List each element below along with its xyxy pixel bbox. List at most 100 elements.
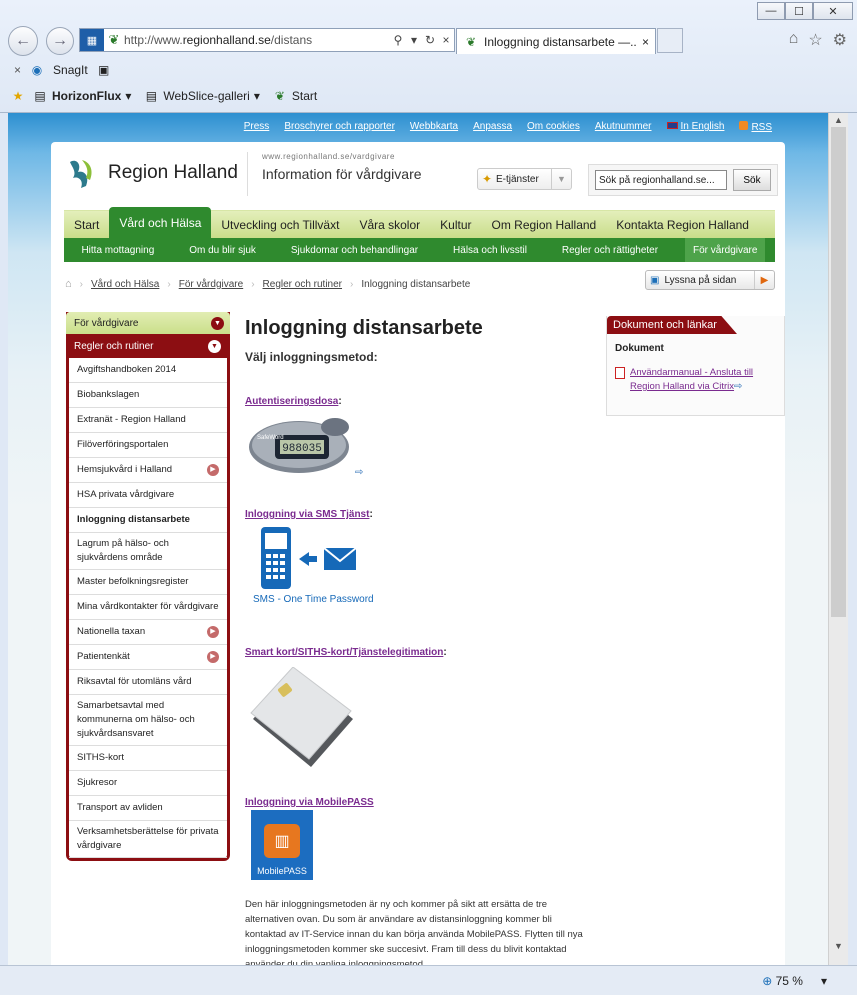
dropdown-icon[interactable]: ▾ bbox=[406, 33, 422, 47]
method-link[interactable]: Inloggning via SMS Tjänst bbox=[245, 509, 369, 520]
sidebar-item[interactable]: Master befolkningsregister bbox=[69, 570, 227, 595]
site-logo[interactable]: Region Halland bbox=[64, 154, 238, 192]
sidebar-item[interactable]: Nationella taxan ▶ bbox=[69, 620, 227, 645]
site-header: Region Halland www.regionhalland.se/vard… bbox=[51, 142, 785, 210]
minimize-button[interactable]: — bbox=[757, 2, 785, 20]
close-window-button[interactable]: ✕ bbox=[813, 2, 853, 20]
sidebar-item[interactable]: HSA privata vårdgivare bbox=[69, 483, 227, 508]
mobilepass-app-icon[interactable]: ▥ MobilePASS bbox=[251, 810, 313, 880]
tab-close-icon[interactable]: × bbox=[642, 35, 649, 49]
mainnav-om-region[interactable]: Om Region Halland bbox=[482, 211, 607, 238]
url-prefix: http://www. bbox=[124, 33, 183, 47]
breadcrumb-regler[interactable]: Regler och rutiner bbox=[263, 279, 342, 290]
stop-icon[interactable]: × bbox=[438, 33, 454, 47]
breadcrumb-vard[interactable]: Vård och Hälsa bbox=[91, 279, 159, 290]
sidebar-item[interactable]: SITHS-kort bbox=[69, 746, 227, 771]
snagit-button[interactable]: SnagIt bbox=[53, 63, 88, 77]
method-suffix: : bbox=[443, 647, 447, 658]
close-toolbar-icon[interactable]: × bbox=[14, 63, 21, 77]
toplink-rss[interactable]: RSS bbox=[739, 121, 772, 133]
forward-button[interactable]: → bbox=[46, 27, 74, 55]
favorites-star-icon[interactable]: ☆ bbox=[808, 30, 822, 50]
mainnav-start[interactable]: Start bbox=[64, 211, 109, 238]
search-icon[interactable]: ⚲ bbox=[390, 33, 406, 47]
external-link-icon[interactable]: ⇨ bbox=[355, 467, 363, 478]
subnav-sjukdomar[interactable]: Sjukdomar och behandlingar bbox=[283, 238, 426, 262]
search-input[interactable] bbox=[595, 170, 727, 190]
breadcrumb-vardgivare[interactable]: För vårdgivare bbox=[179, 279, 243, 290]
chevron-right-icon: › bbox=[251, 278, 255, 290]
mainnav-vard-och-halsa[interactable]: Vård och Hälsa bbox=[109, 207, 212, 238]
subnav-for-vardgivare[interactable]: För vårdgivare bbox=[684, 238, 766, 262]
sidebar-item[interactable]: Biobankslagen bbox=[69, 383, 227, 408]
maximize-button[interactable]: ☐ bbox=[785, 2, 813, 20]
subnav-om-du-blir-sjuk[interactable]: Om du blir sjuk bbox=[181, 238, 264, 262]
toplink-broschyrer[interactable]: Broschyrer och rapporter bbox=[284, 121, 395, 133]
sidebar-item[interactable]: Sjukresor bbox=[69, 771, 227, 796]
home-icon[interactable]: ⌂ bbox=[789, 30, 799, 50]
vertical-scrollbar[interactable]: ▲ ▼ bbox=[828, 113, 848, 965]
sidebar-item[interactable]: Lagrum på hälso- och sjukvårdens område bbox=[69, 533, 227, 570]
chevron-right-icon[interactable]: ▶ bbox=[207, 464, 219, 476]
refresh-icon[interactable]: ↻ bbox=[422, 33, 438, 47]
listen-button[interactable]: ▣ Lyssna på sidan ▶ bbox=[645, 270, 775, 290]
subnav-regler[interactable]: Regler och rättigheter bbox=[554, 238, 666, 262]
toplink-webbkarta[interactable]: Webbkarta bbox=[410, 121, 458, 133]
toplink-press[interactable]: Press bbox=[244, 121, 270, 133]
sidebar-item[interactable]: Verksamhetsberättelse för privata vårdgi… bbox=[69, 821, 227, 858]
sidebar-item[interactable]: Transport av avliden bbox=[69, 796, 227, 821]
sidebar-item[interactable]: Inloggning distansarbete bbox=[69, 508, 227, 533]
back-button[interactable]: ← bbox=[8, 26, 38, 56]
sidebar-item[interactable]: Extranät - Region Halland bbox=[69, 408, 227, 433]
toplink-akutnummer[interactable]: Akutnummer bbox=[595, 121, 652, 133]
sidebar-item[interactable]: Samarbetsavtal med kommunerna om hälso- … bbox=[69, 695, 227, 746]
zoom-control[interactable]: ⊕ 75 % bbox=[762, 974, 803, 988]
scroll-up-icon[interactable]: ▲ bbox=[829, 115, 848, 125]
sidebar-item[interactable]: Riksavtal för utomläns vård bbox=[69, 670, 227, 695]
search-button[interactable]: Sök bbox=[733, 169, 771, 191]
home-icon[interactable]: ⌂ bbox=[65, 278, 72, 290]
page-icon: ▤ bbox=[34, 89, 46, 103]
subnav-halsa[interactable]: Hälsa och livsstil bbox=[445, 238, 535, 262]
listen-label: Lyssna på sidan bbox=[664, 274, 737, 286]
method-link[interactable]: Smart kort/SITHS-kort/Tjänstelegitimatio… bbox=[245, 647, 443, 658]
fav-start[interactable]: ❦ Start bbox=[272, 88, 317, 104]
address-bar[interactable]: ▦ ❦ http://www.regionhalland.se/distans … bbox=[79, 28, 455, 52]
chevron-down-icon: ▾ bbox=[253, 89, 260, 103]
toplink-cookies[interactable]: Om cookies bbox=[527, 121, 580, 133]
browser-chrome: — ☐ ✕ ← → ▦ ❦ http://www.regionhalland.s… bbox=[0, 0, 857, 113]
sidebar-head[interactable]: För vårdgivare ▼ bbox=[66, 312, 230, 334]
mainnav-kontakta[interactable]: Kontakta Region Halland bbox=[606, 211, 759, 238]
chevron-right-icon[interactable]: ▶ bbox=[207, 626, 219, 638]
page-icon: ▤ bbox=[145, 89, 158, 103]
toplink-anpassa[interactable]: Anpassa bbox=[473, 121, 512, 133]
sms-caption: SMS - One Time Password bbox=[253, 594, 374, 605]
tab-active[interactable]: ❦ Inloggning distansarbete —... × bbox=[456, 28, 656, 54]
page-container: Region Halland www.regionhalland.se/vard… bbox=[51, 142, 785, 965]
gear-icon[interactable]: ⚙ bbox=[833, 30, 847, 50]
address-text[interactable]: http://www.regionhalland.se/distans bbox=[124, 33, 390, 47]
sidebar-section[interactable]: Regler och rutiner ▼ bbox=[69, 334, 227, 358]
etjanster-dropdown[interactable]: ✦ E-tjänster ▼ bbox=[477, 168, 572, 190]
sidebar-item[interactable]: Avgiftshandboken 2014 bbox=[69, 358, 227, 383]
mainnav-skolor[interactable]: Våra skolor bbox=[349, 211, 430, 238]
chevron-right-icon[interactable]: ▶ bbox=[207, 651, 219, 663]
mainnav-kultur[interactable]: Kultur bbox=[430, 211, 481, 238]
fav-horizonflux[interactable]: ▤ HorizonFlux ▾ bbox=[32, 88, 131, 104]
fav-webslice[interactable]: ▤ WebSlice-galleri ▾ bbox=[143, 88, 260, 104]
sidebar-item[interactable]: Patientenkät ▶ bbox=[69, 645, 227, 670]
new-tab-button[interactable] bbox=[657, 28, 683, 53]
scrollbar-thumb[interactable] bbox=[831, 127, 846, 617]
sidebar-item[interactable]: Mina vårdkontakter för vårdgivare bbox=[69, 595, 227, 620]
sidebar-item[interactable]: Hemsjukvård i Halland ▶ bbox=[69, 458, 227, 483]
mainnav-utveckling[interactable]: Utveckling och Tillväxt bbox=[211, 211, 349, 238]
chevron-down-icon[interactable]: ▾ bbox=[821, 974, 827, 988]
subnav-hitta-mottagning[interactable]: Hitta mottagning bbox=[73, 238, 162, 262]
method-link[interactable]: Autentiseringsdosa bbox=[245, 396, 338, 407]
capture-icon[interactable]: ▣ bbox=[96, 62, 112, 78]
favorites-add-icon[interactable]: ★ bbox=[10, 88, 26, 104]
method-link[interactable]: Inloggning via MobilePASS bbox=[245, 797, 374, 808]
scroll-down-icon[interactable]: ▼ bbox=[829, 941, 848, 951]
toplink-english[interactable]: In English bbox=[666, 121, 724, 133]
sidebar-item[interactable]: Filöverföringsportalen bbox=[69, 433, 227, 458]
